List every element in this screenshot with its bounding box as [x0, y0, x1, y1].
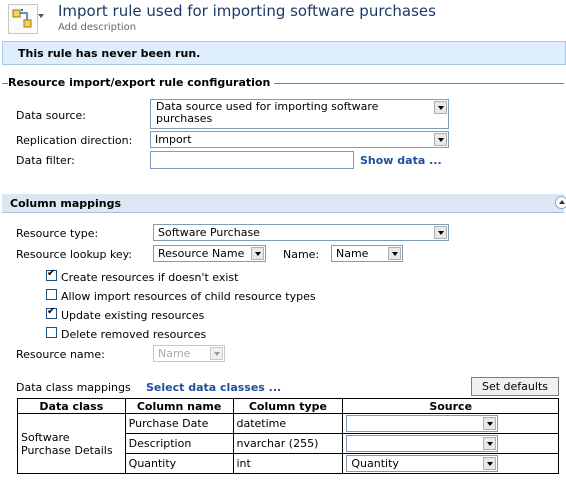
- chevron-down-icon: [483, 457, 497, 470]
- source-select[interactable]: Quantity: [346, 455, 499, 472]
- header-source: Source: [342, 398, 559, 414]
- chevron-down-icon: [251, 247, 264, 260]
- add-description-link[interactable]: Add description: [58, 22, 136, 33]
- resource-type-label: Resource type:: [16, 227, 99, 240]
- resource-name-value: Name: [158, 347, 191, 360]
- data-class-cell: Software Purchase Details: [17, 413, 126, 474]
- chevron-down-icon: [434, 101, 447, 114]
- chevron-down-icon: [483, 417, 497, 430]
- chevron-down-icon: [388, 247, 401, 260]
- create-resources-checkbox[interactable]: [46, 268, 57, 281]
- chevron-down-icon: [434, 226, 447, 239]
- name-select-value: Name: [336, 247, 369, 260]
- source-cell: [342, 433, 559, 454]
- resource-name-label: Resource name:: [16, 348, 105, 361]
- lookup-key-select[interactable]: Resource Name: [153, 245, 266, 262]
- header-column-name: Column name: [124, 398, 234, 414]
- data-filter-input[interactable]: [150, 151, 354, 169]
- chevron-down-icon: [210, 347, 223, 360]
- lookup-key-value: Resource Name: [158, 247, 245, 260]
- show-data-link[interactable]: Show data ...: [360, 154, 442, 167]
- delete-removed-checkbox[interactable]: [46, 327, 57, 338]
- update-existing-checkbox[interactable]: [46, 306, 57, 319]
- data-source-value: Data source used for importing software …: [156, 100, 379, 125]
- chevron-down-icon: [483, 437, 497, 450]
- create-resources-label: Create resources if doesn't exist: [61, 271, 239, 284]
- source-cell: [342, 413, 559, 434]
- data-source-label: Data source:: [16, 109, 86, 122]
- page-title: Import rule used for importing software …: [58, 2, 436, 20]
- lookup-key-label: Resource lookup key:: [16, 248, 133, 261]
- dropdown-arrow-icon[interactable]: [38, 14, 44, 18]
- collapse-chevron-icon[interactable]: [555, 196, 566, 209]
- allow-child-types-checkbox[interactable]: [46, 289, 57, 300]
- source-cell: Quantity: [342, 453, 559, 474]
- name-select[interactable]: Name: [331, 245, 403, 262]
- column-name-cell: Quantity: [124, 453, 234, 474]
- name-label: Name:: [283, 248, 320, 261]
- data-source-select[interactable]: Data source used for importing software …: [150, 99, 449, 129]
- chevron-down-icon: [434, 133, 447, 146]
- resource-type-value: Software Purchase: [158, 226, 260, 239]
- data-class-mappings-label: Data class mappings: [16, 381, 131, 394]
- resource-type-select[interactable]: Software Purchase: [153, 224, 449, 241]
- column-type-cell: datetime: [232, 413, 344, 434]
- source-select[interactable]: [346, 435, 499, 452]
- header-data-class: Data class: [17, 398, 126, 414]
- column-name-cell: Description: [124, 433, 234, 454]
- data-class-table: Data class Column name Column type Sourc…: [17, 398, 559, 474]
- source-value: Quantity: [351, 457, 399, 470]
- source-select[interactable]: [346, 415, 499, 432]
- header-column-type: Column type: [232, 398, 344, 414]
- column-mappings-title: Column mappings: [10, 197, 122, 210]
- column-name-cell: Purchase Date: [124, 413, 234, 434]
- replication-value: Import: [155, 133, 192, 146]
- select-data-classes-link[interactable]: Select data classes ...: [146, 381, 281, 394]
- delete-removed-label: Delete removed resources: [61, 328, 207, 341]
- update-existing-label: Update existing resources: [61, 309, 205, 322]
- replication-label: Replication direction:: [16, 134, 133, 147]
- table-row: Software Purchase Details Purchase Date …: [17, 413, 559, 474]
- resource-name-select: Name: [153, 345, 225, 362]
- config-section-title: Resource import/export rule configuratio…: [8, 76, 275, 89]
- data-filter-label: Data filter:: [16, 154, 75, 167]
- column-type-cell: nvarchar (255): [232, 433, 344, 454]
- column-type-cell: int: [232, 453, 344, 474]
- allow-child-types-label: Allow import resources of child resource…: [61, 290, 316, 303]
- status-message: This rule has never been run.: [18, 47, 201, 60]
- replication-select[interactable]: Import: [150, 131, 449, 148]
- rule-icon: [8, 4, 38, 34]
- set-defaults-button[interactable]: Set defaults: [471, 377, 559, 396]
